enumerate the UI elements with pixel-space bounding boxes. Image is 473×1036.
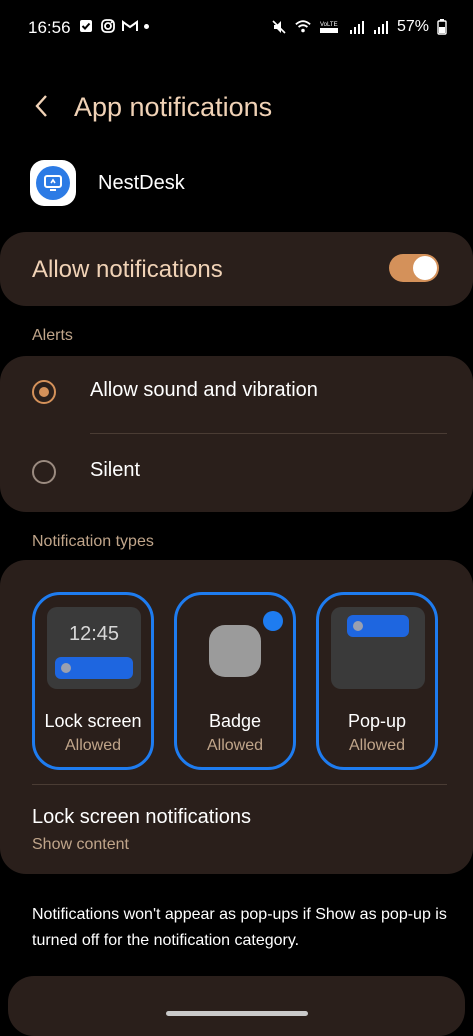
next-settings-card[interactable] [8, 976, 465, 1036]
type-status: Allowed [348, 737, 406, 754]
app-badge-icon [209, 625, 261, 677]
notification-bar [55, 657, 133, 679]
type-name: Pop-up [347, 711, 407, 731]
svg-text:VoLTE: VoLTE [320, 22, 338, 28]
lock-screen-notifications-row[interactable]: Lock screen notifications Show content [0, 786, 473, 872]
app-name: NestDesk [98, 171, 185, 194]
more-notifications-dot-icon [144, 23, 149, 29]
radio-selected-icon[interactable] [32, 380, 56, 404]
notification-types-section-label: Notification types [32, 533, 154, 550]
divider [32, 784, 447, 785]
alerts-section-label: Alerts [32, 327, 73, 344]
divider [90, 433, 447, 434]
badge-dot-icon [263, 611, 283, 631]
popup-notification-bar [347, 615, 409, 637]
type-popup[interactable]: Pop-up Allowed [316, 592, 438, 770]
gmail-icon [122, 18, 138, 34]
signal-icon-1 [349, 19, 365, 35]
type-status: Allowed [64, 737, 122, 754]
notification-types-card: 12:45 Lock screen Allowed Badge Allowed … [0, 560, 473, 874]
lock-screen-notifications-value: Show content [32, 836, 129, 853]
instagram-icon [100, 18, 116, 34]
back-button[interactable] [30, 92, 54, 120]
toggle-knob [413, 256, 437, 280]
wifi-icon [295, 19, 311, 35]
type-badge[interactable]: Badge Allowed [174, 592, 296, 770]
allow-notifications-label: Allow notifications [32, 256, 223, 283]
status-left-icons [78, 18, 149, 34]
allow-notifications-toggle[interactable] [389, 254, 439, 282]
alert-option-label: Allow sound and vibration [90, 379, 318, 401]
preview-time: 12:45 [68, 623, 120, 645]
type-lock-screen[interactable]: 12:45 Lock screen Allowed [32, 592, 154, 770]
checkbox-icon [78, 18, 94, 34]
popup-preview [331, 607, 425, 689]
lock-screen-notifications-title: Lock screen notifications [32, 806, 252, 828]
battery-percent: 57% [396, 18, 429, 35]
lock-screen-preview: 12:45 [47, 607, 141, 689]
footer-note: Notifications won't appear as pop-ups if… [32, 906, 447, 949]
status-bar: 16:56 VoLTE 57% [0, 0, 473, 56]
page-title: App notifications [74, 92, 273, 122]
volte-icon: VoLTE [319, 19, 341, 35]
battery-icon [437, 19, 447, 35]
gesture-navigation-bar[interactable] [166, 1011, 308, 1016]
app-info: NestDesk [30, 158, 185, 208]
alert-option-silent[interactable]: Silent [0, 436, 473, 508]
mute-icon [271, 19, 287, 35]
alert-option-label: Silent [90, 459, 141, 481]
badge-preview [189, 607, 283, 689]
type-name: Lock screen [44, 711, 142, 731]
radio-unselected-icon[interactable] [32, 460, 56, 484]
page-header: App notifications [0, 86, 473, 134]
chevron-left-icon [35, 95, 47, 117]
status-right-icons: VoLTE 57% [271, 18, 447, 36]
type-name: Badge [208, 711, 262, 731]
alert-option-sound-vibration[interactable]: Allow sound and vibration [0, 356, 473, 428]
app-icon [30, 160, 76, 206]
allow-notifications-row[interactable]: Allow notifications [0, 232, 473, 306]
status-time: 16:56 [28, 18, 71, 37]
type-status: Allowed [206, 737, 264, 754]
alerts-card: Allow sound and vibration Silent [0, 356, 473, 512]
signal-icon-2 [373, 19, 389, 35]
